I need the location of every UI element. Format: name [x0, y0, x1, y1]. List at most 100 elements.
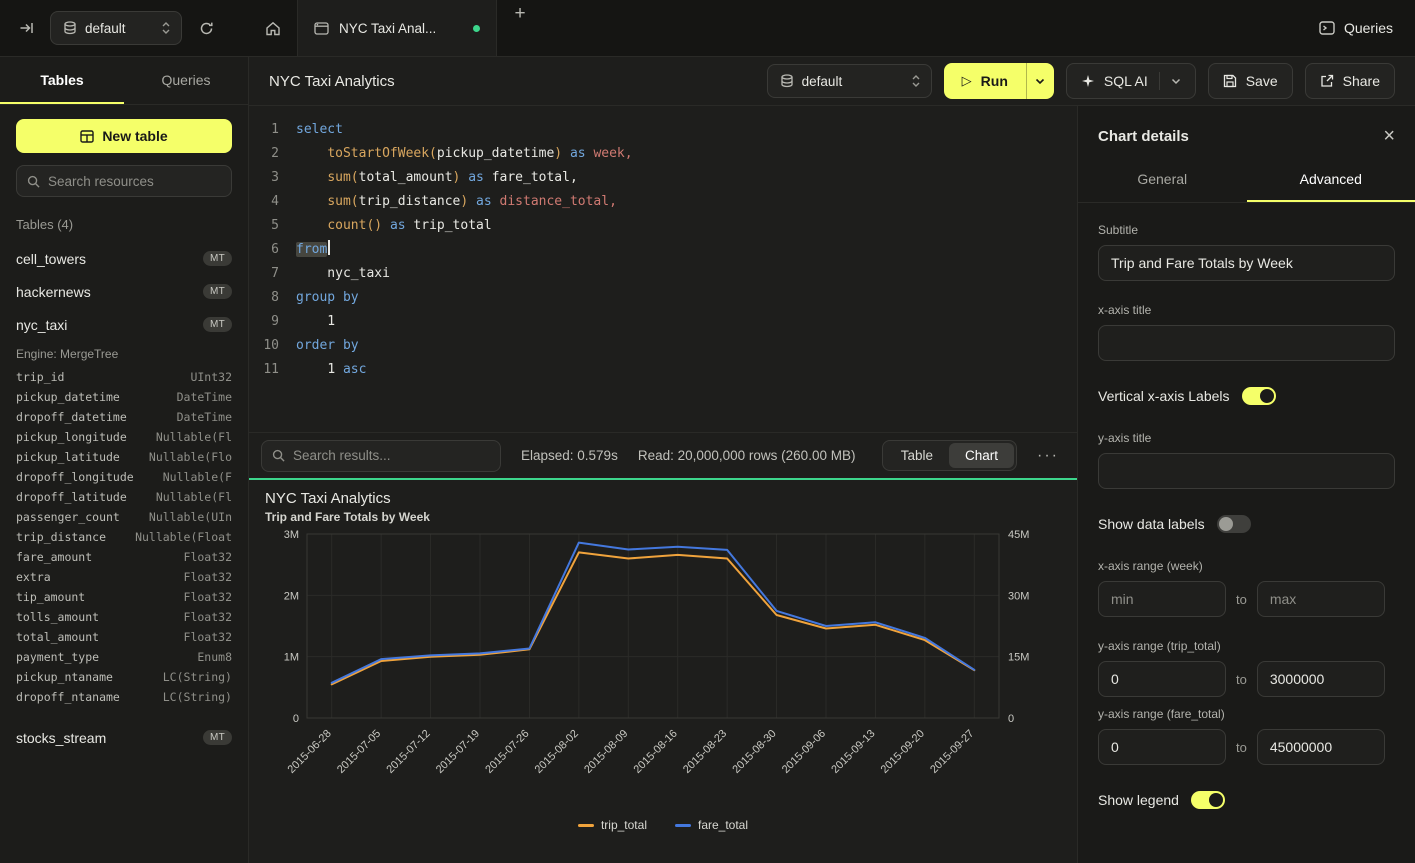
svg-text:2M: 2M [284, 590, 299, 602]
topbar-database-value: default [85, 21, 126, 36]
column-row: dropoff_longitudeNullable(F [0, 467, 248, 487]
code-text: nyc_taxi [296, 262, 390, 286]
close-icon[interactable]: × [1383, 126, 1395, 146]
svg-text:0: 0 [1008, 713, 1014, 725]
code-line: 5 count() as trip_total [249, 214, 1077, 238]
sidebar-tab-tables[interactable]: Tables [0, 57, 124, 104]
query-header: NYC Taxi Analytics default ▷ Run [249, 57, 1415, 106]
to-label: to [1236, 740, 1247, 755]
topbar-database-select[interactable]: default [50, 11, 182, 45]
column-row: fare_amountFloat32 [0, 547, 248, 567]
column-name: dropoff_longitude [16, 470, 134, 484]
x-range-max-input[interactable] [1257, 581, 1385, 617]
column-name: dropoff_ntaname [16, 690, 120, 704]
code-text: select [296, 118, 343, 142]
sql-ai-button[interactable]: SQL AI [1066, 63, 1196, 99]
engine-badge: MT [203, 317, 232, 332]
results-search [261, 440, 501, 472]
column-name: trip_id [16, 370, 64, 384]
column-name: pickup_datetime [16, 390, 120, 404]
svg-text:2015-07-26: 2015-07-26 [483, 728, 531, 776]
line-number: 4 [249, 190, 279, 214]
line-number: 2 [249, 142, 279, 166]
queries-label: Queries [1344, 20, 1393, 36]
table-grid-icon [80, 130, 94, 143]
svg-text:2015-09-13: 2015-09-13 [829, 728, 877, 776]
code-text: toStartOfWeek(pickup_datetime) as week, [296, 142, 633, 166]
code-line: 11 1 asc [249, 358, 1077, 382]
table-name: cell_towers [16, 251, 86, 267]
vertical-x-labels-toggle[interactable] [1242, 387, 1276, 405]
search-resources-input[interactable] [48, 174, 221, 189]
chart-title: NYC Taxi Analytics [265, 490, 1061, 507]
tab-strip: NYC Taxi Anal... + [249, 0, 543, 56]
column-row: dropoff_latitudeNullable(Fl [0, 487, 248, 507]
header-database-select[interactable]: default [767, 64, 932, 98]
y-range-trip-max-input[interactable] [1257, 661, 1385, 697]
text-cursor [328, 240, 330, 255]
column-type: Float32 [184, 610, 232, 624]
view-toggle-table[interactable]: Table [885, 443, 949, 468]
topbar-right: Queries [1319, 0, 1415, 56]
save-button[interactable]: Save [1208, 63, 1293, 99]
svg-text:0: 0 [293, 713, 299, 725]
code-text: sum(trip_distance) as distance_total, [296, 190, 617, 214]
query-title: NYC Taxi Analytics [269, 73, 395, 90]
sidebar-tabs: TablesQueries [0, 57, 248, 105]
line-number: 3 [249, 166, 279, 190]
run-options-button[interactable] [1026, 63, 1054, 99]
table-item-hackernews[interactable]: hackernewsMT [0, 275, 248, 308]
subtitle-input[interactable] [1098, 245, 1395, 281]
line-number: 8 [249, 286, 279, 310]
column-name: pickup_ntaname [16, 670, 113, 684]
column-name: passenger_count [16, 510, 120, 524]
x-range-min-input[interactable] [1098, 581, 1226, 617]
column-type: LC(String) [163, 670, 232, 684]
read-stats-label: Read: 20,000,000 rows (260.00 MB) [638, 448, 856, 463]
y-range-fare-min-input[interactable] [1098, 729, 1226, 765]
sidebar-tab-queries[interactable]: Queries [124, 57, 248, 104]
legend-item-fare_total[interactable]: fare_total [675, 818, 748, 832]
legend-item-trip_total[interactable]: trip_total [578, 818, 647, 832]
line-number: 7 [249, 262, 279, 286]
sidebar-collapse-icon[interactable] [12, 14, 40, 42]
show-data-labels-toggle[interactable] [1217, 515, 1251, 533]
table-item-stocks_stream[interactable]: stocks_streamMT [0, 721, 248, 754]
show-legend-toggle[interactable] [1191, 791, 1225, 809]
more-options-icon[interactable]: ··· [1037, 448, 1059, 464]
tab-general[interactable]: General [1078, 160, 1247, 202]
table-item-cell_towers[interactable]: cell_towersMT [0, 242, 248, 275]
y-range-trip-min-input[interactable] [1098, 661, 1226, 697]
x-axis-title-input[interactable] [1098, 325, 1395, 361]
chart-details-panel: Chart details × GeneralAdvanced Subtitle… [1077, 106, 1415, 863]
queries-button[interactable]: Queries [1319, 20, 1393, 36]
tab-nyc-taxi-analytics[interactable]: NYC Taxi Anal... [297, 0, 497, 56]
engine-badge: MT [203, 730, 232, 745]
share-button[interactable]: Share [1305, 63, 1395, 99]
new-tab-button[interactable]: + [497, 0, 543, 28]
select-updown-icon [161, 21, 171, 35]
refresh-icon[interactable] [192, 14, 220, 42]
engine-badge: MT [203, 284, 232, 299]
search-results-input[interactable] [293, 448, 490, 463]
y-range-fare-max-input[interactable] [1257, 729, 1385, 765]
column-name: total_amount [16, 630, 99, 644]
tab-advanced[interactable]: Advanced [1247, 160, 1415, 202]
home-button[interactable] [249, 0, 297, 56]
column-row: tip_amountFloat32 [0, 587, 248, 607]
line-number: 9 [249, 310, 279, 334]
code-text: from [296, 238, 330, 262]
legend-label: fare_total [698, 818, 748, 832]
run-button[interactable]: ▷ Run [944, 63, 1054, 99]
table-item-nyc_taxi[interactable]: nyc_taxiMT [0, 308, 248, 341]
y-axis-title-input[interactable] [1098, 453, 1395, 489]
column-name: extra [16, 570, 51, 584]
column-row: pickup_datetimeDateTime [0, 387, 248, 407]
sql-editor[interactable]: 1select2 toStartOfWeek(pickup_datetime) … [249, 106, 1077, 432]
view-toggle-chart[interactable]: Chart [949, 443, 1014, 468]
code-text: group by [296, 286, 359, 310]
x-axis-title-label: x-axis title [1098, 303, 1395, 317]
new-table-button[interactable]: New table [16, 119, 232, 153]
run-label: Run [981, 73, 1008, 89]
sidebar: TablesQueries New table Tables (4) cell_… [0, 57, 249, 863]
